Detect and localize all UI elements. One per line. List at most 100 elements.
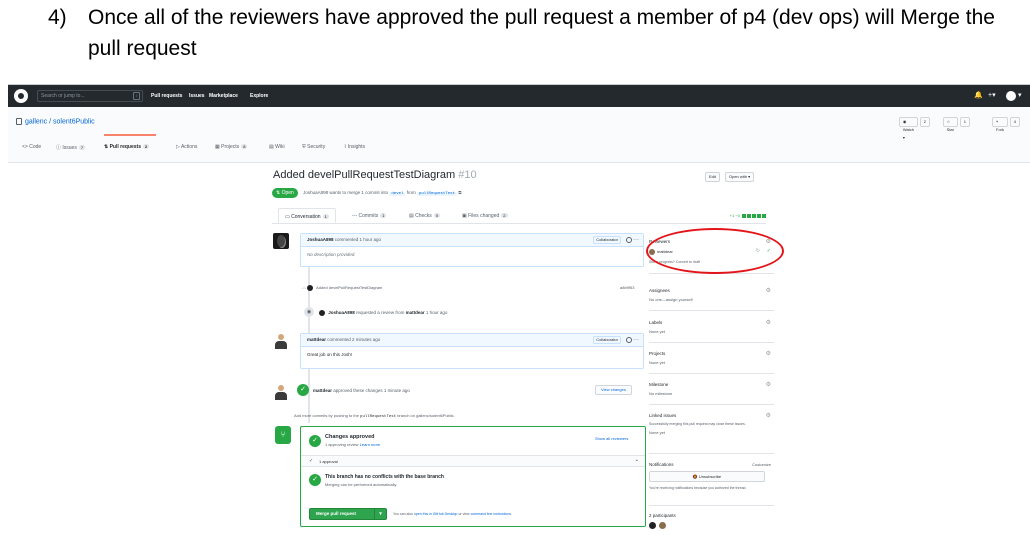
- avatar: [319, 310, 325, 316]
- avatar[interactable]: [659, 522, 667, 529]
- tab-projects[interactable]: ▦ Projects 8: [215, 144, 248, 150]
- tab-insights[interactable]: ⌇ Insights: [344, 144, 365, 150]
- repo-header: gallenc / solent6Public ◉ Watch ▾ 2 ☆ St…: [8, 107, 1030, 163]
- approval-item: mattdear approved these changes 1 minute…: [313, 388, 410, 393]
- pr-status-line: ⇅ Open JoshuaA898 wants to merge 1 commi…: [272, 188, 461, 198]
- linked-issues-text: Successfully merging this pull request m…: [649, 422, 746, 426]
- merge-icon: ⑂: [275, 426, 291, 444]
- tab-security[interactable]: ⛨ Security: [302, 144, 325, 150]
- github-logo-icon[interactable]: [14, 89, 28, 103]
- search-input[interactable]: Search or jump to... /: [37, 90, 143, 102]
- merge-button-label: Merge pull request: [316, 511, 357, 516]
- tab-pull-requests[interactable]: ⇅ Pull requests 2: [104, 144, 150, 150]
- view-changes-button[interactable]: View changes: [595, 385, 632, 395]
- tab-commits[interactable]: -◦- Commits 1: [352, 213, 387, 219]
- tab-code[interactable]: <> Code: [22, 144, 41, 150]
- chevron-down-icon[interactable]: ⌄: [635, 457, 639, 463]
- tab-wiki[interactable]: ▤ Wiki: [269, 144, 285, 150]
- learn-more-link[interactable]: Learn more: [360, 442, 380, 447]
- tab-conversation[interactable]: ▭ Conversation 1: [278, 208, 336, 223]
- smiley-icon[interactable]: [626, 237, 632, 243]
- repo-title[interactable]: gallenc / solent6Public: [16, 118, 95, 125]
- status-text: Open: [281, 190, 294, 196]
- commit-sha[interactable]: a8b9f53: [620, 285, 634, 290]
- create-new-icon[interactable]: +▾: [988, 91, 996, 99]
- watch-button[interactable]: ◉ Watch ▾: [898, 117, 918, 140]
- merge-box: ✓ Changes approved 1 approving review Le…: [300, 426, 646, 527]
- review-request-item: JoshuaA898 requested a review from mattd…: [319, 310, 447, 316]
- gear-icon[interactable]: ⚙: [766, 319, 771, 326]
- base-branch[interactable]: devel: [389, 192, 406, 196]
- unsubscribe-button[interactable]: 🔕 Unsubscribe: [649, 471, 765, 482]
- command-line-link[interactable]: command line instructions: [471, 512, 511, 516]
- open-with-button[interactable]: Open with ▾: [725, 172, 755, 182]
- comment-timestamp[interactable]: commented 2 minutes ago: [327, 337, 380, 342]
- avatar[interactable]: [273, 233, 289, 249]
- avatar[interactable]: [273, 333, 289, 349]
- nav-explore[interactable]: Explore: [250, 93, 268, 99]
- reviewer-name[interactable]: mattdear: [406, 310, 425, 315]
- comment-timestamp[interactable]: commented 1 hour ago: [335, 237, 381, 242]
- check-icon: ✓: [309, 474, 321, 486]
- approval-text: approved these changes 1 minute ago: [333, 388, 410, 393]
- smiley-icon[interactable]: [626, 337, 632, 343]
- gear-icon[interactable]: ⚙: [766, 381, 771, 388]
- customize-link[interactable]: Customize: [752, 462, 771, 467]
- star-button[interactable]: ☆ Star: [942, 117, 958, 132]
- sidebar-milestone: Milestone ⚙ No milestone: [649, 382, 774, 396]
- merge-pull-request-button[interactable]: Merge pull request ▾: [309, 508, 387, 520]
- user-menu-caret-icon[interactable]: ▾: [1018, 91, 1022, 99]
- pr-title-text: Added develPullRequestTestDiagram: [273, 169, 456, 181]
- commit-message[interactable]: Added develPullRequestTestDiagram: [316, 285, 382, 290]
- caret-down-icon[interactable]: ▾: [374, 509, 386, 519]
- check-icon: ✓: [309, 458, 314, 464]
- fork-count[interactable]: 4: [1009, 117, 1020, 127]
- pr-number: #10: [458, 169, 477, 181]
- show-all-reviewers-link[interactable]: Show all reviewers: [595, 436, 628, 441]
- edit-button[interactable]: Edit: [705, 172, 720, 182]
- approved-subtitle: 1 approving review Learn more: [325, 442, 380, 447]
- notification-bell-icon[interactable]: 🔔: [974, 91, 983, 99]
- sidebar-projects: Projects ⚙ None yet: [649, 351, 774, 365]
- nav-marketplace[interactable]: Marketplace: [209, 93, 238, 99]
- github-header: Search or jump to... / Pull requests Iss…: [8, 85, 1030, 107]
- also-mid: or view: [458, 512, 470, 516]
- star-count[interactable]: 1: [959, 117, 970, 127]
- tab-checks[interactable]: ▤ Checks 0: [409, 213, 441, 219]
- avatar[interactable]: [273, 384, 289, 400]
- collaborator-badge: Collaborator: [593, 236, 621, 244]
- tab-security-label: ⛨ Security: [302, 144, 326, 150]
- approval-count-row[interactable]: ✓ 1 approval ⌄: [301, 456, 645, 467]
- tab-issues[interactable]: ⓘ Issues 7: [56, 144, 86, 151]
- more-options-icon[interactable]: ···: [633, 234, 639, 246]
- comment-author[interactable]: JoshuaA898: [307, 237, 334, 242]
- watch-count[interactable]: 2: [919, 117, 930, 127]
- tab-files-changed[interactable]: ▣ Files changed 2: [462, 213, 508, 219]
- merge-description: JoshuaA898 wants to merge 1 commit into: [303, 190, 389, 195]
- nav-issues[interactable]: Issues: [189, 93, 205, 99]
- requester-name[interactable]: JoshuaA898: [328, 310, 355, 315]
- conflict-subtitle: Merging can be performed automatically.: [325, 482, 398, 487]
- gear-icon[interactable]: ⚙: [766, 350, 771, 357]
- repo-owner-name: gallenc / solent6Public: [25, 118, 95, 126]
- pr-tabs: ▭ Conversation 1 -◦- Commits 1 ▤ Checks 0 ▣…: [272, 208, 766, 224]
- copy-icon[interactable]: ⧉: [458, 190, 461, 195]
- gear-icon[interactable]: ⚙: [766, 412, 771, 419]
- commit-item: -◦- Added develPullRequestTestDiagram: [302, 285, 382, 291]
- comment-author[interactable]: mattdear: [307, 337, 326, 342]
- tab-actions[interactable]: ▷ Actions: [176, 144, 197, 150]
- avatar[interactable]: [649, 522, 656, 529]
- fork-button[interactable]: ⑂ Fork: [992, 117, 1008, 132]
- review-request-time[interactable]: 1 hour ago: [426, 310, 448, 315]
- assignees-value[interactable]: No one—assign yourself: [649, 297, 774, 302]
- more-options-icon[interactable]: ···: [633, 334, 639, 346]
- approver-name[interactable]: mattdear: [313, 388, 332, 393]
- nav-pull-requests[interactable]: Pull requests: [151, 93, 182, 99]
- approved-title: Changes approved: [325, 434, 375, 440]
- gear-icon[interactable]: ⚙: [766, 287, 771, 294]
- user-avatar-icon[interactable]: [1006, 91, 1016, 101]
- diffstat: +1 −0: [730, 213, 766, 218]
- head-branch[interactable]: pullRequestTest: [416, 192, 457, 196]
- avatar: [307, 285, 314, 291]
- github-desktop-link[interactable]: open this in GitHub Desktop: [414, 512, 458, 516]
